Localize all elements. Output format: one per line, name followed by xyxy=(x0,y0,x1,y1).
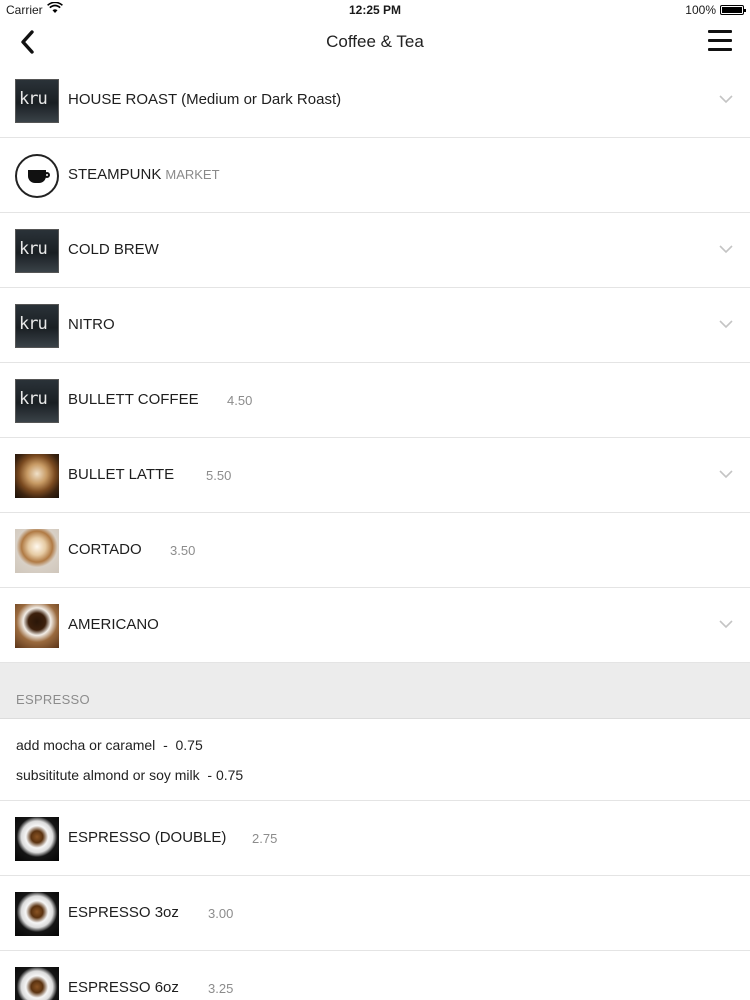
list-item-espresso-double[interactable]: ESPRESSO (DOUBLE) 2.75 xyxy=(0,801,750,876)
item-price: 5.50 xyxy=(206,468,232,483)
section-notes: add mocha or caramel - 0.75 subsititute … xyxy=(0,719,750,801)
item-name: NITRO xyxy=(68,316,115,333)
list-item-cold-brew[interactable]: kru COLD BREW xyxy=(0,213,750,288)
item-name: BULLETT COFFEE xyxy=(68,391,199,408)
item-name: AMERICANO xyxy=(68,616,159,633)
battery-percent: 100% xyxy=(685,3,716,17)
hamburger-menu-icon[interactable] xyxy=(708,30,732,52)
item-price: 2.75 xyxy=(252,831,278,846)
latte-photo xyxy=(15,454,59,498)
menu-list: kru HOUSE ROAST (Medium or Dark Roast) S… xyxy=(0,63,750,1000)
note-line: add mocha or caramel - 0.75 xyxy=(16,737,203,753)
item-name: COLD BREW xyxy=(68,241,159,258)
chevron-down-icon[interactable] xyxy=(718,316,734,332)
alpha-dominche-logo-icon xyxy=(15,154,59,198)
americano-photo xyxy=(15,604,59,648)
kru-logo-icon: kru xyxy=(15,229,59,273)
item-name: HOUSE ROAST (Medium or Dark Roast) xyxy=(68,91,342,108)
section-header-espresso: ESPRESSO xyxy=(0,663,750,719)
clock-time: 12:25 PM xyxy=(348,3,402,17)
list-item-bullett-coffee[interactable]: kru BULLETT COFFEE 4.50 xyxy=(0,363,750,438)
item-name: ESPRESSO 3oz xyxy=(68,904,179,921)
kru-logo-icon: kru xyxy=(15,379,59,423)
list-item-americano[interactable]: AMERICANO xyxy=(0,588,750,663)
status-bar: Carrier 12:25 PM 100% xyxy=(0,0,750,20)
item-price: 4.50 xyxy=(227,393,253,408)
item-name: STEAMPUNK MARKET xyxy=(68,166,220,183)
chevron-down-icon[interactable] xyxy=(718,616,734,632)
kru-logo-icon: kru xyxy=(15,304,59,348)
list-item-bullet-latte[interactable]: BULLET LATTE 5.50 xyxy=(0,438,750,513)
navigation-bar: Coffee & Tea xyxy=(0,20,750,64)
list-item-nitro[interactable]: kru NITRO xyxy=(0,288,750,363)
item-name: CORTADO xyxy=(68,541,142,558)
item-subtitle: MARKET xyxy=(165,167,220,182)
list-item-espresso-3oz[interactable]: ESPRESSO 3oz 3.00 xyxy=(0,876,750,951)
item-price: 3.25 xyxy=(208,981,234,996)
espresso-photo xyxy=(15,892,59,936)
item-price: 3.50 xyxy=(170,543,196,558)
kru-logo-icon: kru xyxy=(15,79,59,123)
chevron-down-icon[interactable] xyxy=(718,241,734,257)
note-line: subsititute almond or soy milk - 0.75 xyxy=(16,767,244,783)
page-title: Coffee & Tea xyxy=(326,32,424,51)
item-name: ESPRESSO (DOUBLE) xyxy=(68,829,227,846)
battery-icon xyxy=(720,5,746,15)
list-item-steampunk[interactable]: STEAMPUNK MARKET xyxy=(0,138,750,213)
section-title: ESPRESSO xyxy=(16,692,90,707)
item-name: BULLET LATTE xyxy=(68,466,175,483)
item-price: 3.00 xyxy=(208,906,234,921)
espresso-photo xyxy=(15,967,59,1000)
list-item-cortado[interactable]: CORTADO 3.50 xyxy=(0,513,750,588)
espresso-photo xyxy=(15,817,59,861)
item-name: ESPRESSO 6oz xyxy=(68,979,179,996)
chevron-down-icon[interactable] xyxy=(718,466,734,482)
cortado-photo xyxy=(15,529,59,573)
chevron-down-icon[interactable] xyxy=(718,91,734,107)
list-item-house-roast[interactable]: kru HOUSE ROAST (Medium or Dark Roast) xyxy=(0,63,750,138)
list-item-espresso-6oz[interactable]: ESPRESSO 6oz 3.25 xyxy=(0,951,750,1000)
